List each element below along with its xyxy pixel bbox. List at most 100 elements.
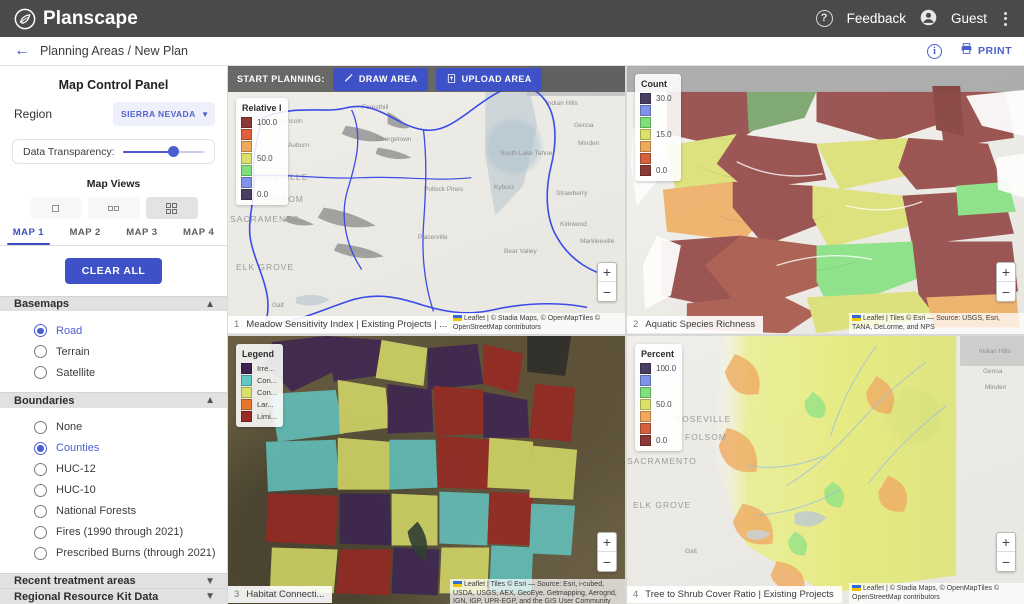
boundary-option-none[interactable]: None [0,417,227,438]
place-label: Pollock Pines [424,186,464,193]
zoom-out-button[interactable]: − [997,552,1015,571]
boundary-option-huc-10[interactable]: HUC-10 [0,480,227,501]
start-planning-label: START PLANNING: [237,74,325,84]
tab-map-2[interactable]: MAP 2 [57,227,114,245]
legend-swatch [241,386,252,398]
clear-all-button[interactable]: CLEAR ALL [64,257,163,284]
legend-row: Irre... [241,362,277,374]
tab-map-1[interactable]: MAP 1 [0,227,57,246]
question-mark-circle-icon[interactable]: ? [815,10,833,27]
attribution-text: Leaflet | © Stadia Maps, © OpenMapTiles … [453,315,601,331]
map-3-attribution[interactable]: Leaflet | Tiles © Esri — Source: Esri, i… [450,578,625,604]
section-header-recent-treatment-areas[interactable]: Recent treatment areas ▼ [0,572,227,589]
account-circle-icon[interactable] [920,9,937,29]
place-label: Galt [685,548,697,555]
map-2-attribution[interactable]: Leaflet | Tiles © Esri — Source: USGS, E… [849,313,1024,334]
map-panel-3[interactable]: Legend Irre... Con... Con... Lar... Limi… [228,336,625,604]
boundary-option-counties[interactable]: Counties [0,438,227,459]
zoom-in-button[interactable]: + [598,263,616,282]
map-4-footer: 4 Tree to Shrub Cover Ratio | Existing P… [627,583,1024,604]
legend-swatch [241,176,252,188]
map-2-title-bar[interactable]: 2 Aquatic Species Richness [627,315,764,333]
data-transparency-slider[interactable] [122,145,204,159]
legend-swatch [241,164,252,176]
legend-swatch [241,362,252,374]
legend-row: Con... [241,386,277,398]
legend-value: 100.0 [656,363,677,373]
place-label: Indian Hills [546,100,578,107]
place-label: Galt [272,302,284,309]
map-panel-2[interactable]: Count 30.0 15.0 0.0 + − 2 Aquatic Specie… [627,66,1024,334]
brand-name: Planscape [43,7,138,29]
breadcrumb[interactable]: Planning Areas / New Plan [40,44,188,58]
map-2-zoom-controls[interactable]: + − [996,262,1016,302]
start-planning-bar: START PLANNING: DRAW AREA UPLOAD AREA [228,66,625,92]
map-panel-1[interactable]: START PLANNING: DRAW AREA UPLOAD AREA Re… [228,66,625,334]
map-panel-4[interactable]: Percent 100.0 50.0 0.0 Indian Hills Geno… [627,336,1024,604]
map-4-data-layer [712,336,1024,594]
draw-area-button[interactable]: DRAW AREA [332,67,428,91]
map-tabs: MAP 1 MAP 2 MAP 3 MAP 4 [0,227,227,246]
radio-icon [34,483,47,497]
map-1-attribution[interactable]: Leaflet | © Stadia Maps, © OpenMapTiles … [450,313,625,334]
legend-category-label: Con... [257,387,278,397]
map-4-title-bar[interactable]: 4 Tree to Shrub Cover Ratio | Existing P… [627,585,842,603]
arrow-left-icon[interactable]: ← [14,43,30,59]
basemap-option-road[interactable]: Road [0,320,227,341]
zoom-in-button[interactable]: + [598,533,616,552]
feedback-link[interactable]: Feedback [847,11,906,26]
boundary-option-fires[interactable]: Fires (1990 through 2021) [0,522,227,543]
basemap-option-terrain[interactable]: Terrain [0,341,227,362]
print-button[interactable]: PRINT [960,42,1012,60]
tab-map-3[interactable]: MAP 3 [114,227,171,245]
map-4-zoom-controls[interactable]: + − [996,532,1016,572]
boundary-label-huc-12: HUC-12 [56,463,96,476]
zoom-in-button[interactable]: + [997,263,1015,282]
brand: Planscape [14,8,138,30]
zoom-out-button[interactable]: − [598,552,616,571]
legend-row [640,116,675,128]
boundary-option-prescribed-burns[interactable]: Prescribed Burns (through 2021) [0,543,227,564]
legend-swatch [640,116,651,128]
legend-swatch [241,116,252,128]
region-select[interactable]: SIERRA NEVADA ▼ [113,102,215,126]
zoom-out-button[interactable]: − [997,282,1015,301]
upload-area-label: UPLOAD AREA [461,74,532,84]
basemap-option-satellite[interactable]: Satellite [0,362,227,383]
info-circle-icon[interactable]: i [927,43,942,59]
zoom-out-button[interactable]: − [598,282,616,301]
radio-icon [34,462,47,476]
boundary-label-national-forests: National Forests [56,505,137,518]
upload-area-button[interactable]: UPLOAD AREA [435,67,542,91]
map-1-zoom-controls[interactable]: + − [597,262,617,302]
tab-map-4[interactable]: MAP 4 [170,227,227,245]
map-3-title-bar[interactable]: 3 Habitat Connecti... [228,585,333,603]
map-3-zoom-controls[interactable]: + − [597,532,617,572]
map-1-title-bar[interactable]: 1 Meadow Sensitivity Index | Existing Pr… [228,315,450,333]
user-label[interactable]: Guest [951,11,987,26]
zoom-in-button[interactable]: + [997,533,1015,552]
kebab-menu-icon[interactable] [1001,10,1010,28]
place-label: Genoa [983,368,1003,375]
section-header-boundaries[interactable]: Boundaries ▲ [0,392,227,408]
place-label: Minden [578,140,600,147]
boundary-option-huc-12[interactable]: HUC-12 [0,459,227,480]
boundary-option-national-forests[interactable]: National Forests [0,501,227,522]
four-map-view-button[interactable] [145,197,198,220]
attribution-text: Leaflet | Tiles © Esri — Source: USGS, E… [852,315,1000,331]
legend-value: 0.0 [656,435,668,445]
place-label: Auburn [288,142,309,149]
map-number: 1 [234,318,240,330]
map-3-footer: 3 Habitat Connecti... Leaflet | Tiles © … [228,578,625,604]
place-label: Placerville [418,234,448,241]
chevron-down-icon: ▼ [201,109,209,119]
section-header-regional-resource-kit-data[interactable]: Regional Resource Kit Data ▼ [0,588,227,604]
boundary-label-huc-10: HUC-10 [56,484,96,497]
slider-thumb[interactable] [168,146,180,158]
legend-row: 50.0 [640,398,676,410]
two-map-view-button[interactable] [87,197,140,220]
single-map-view-button[interactable] [29,197,82,220]
map-4-attribution[interactable]: Leaflet | © Stadia Maps, © OpenMapTiles … [849,583,1024,604]
section-header-basemaps[interactable]: Basemaps ▲ [0,295,227,312]
place-label: ROSEVILLE [675,414,732,424]
